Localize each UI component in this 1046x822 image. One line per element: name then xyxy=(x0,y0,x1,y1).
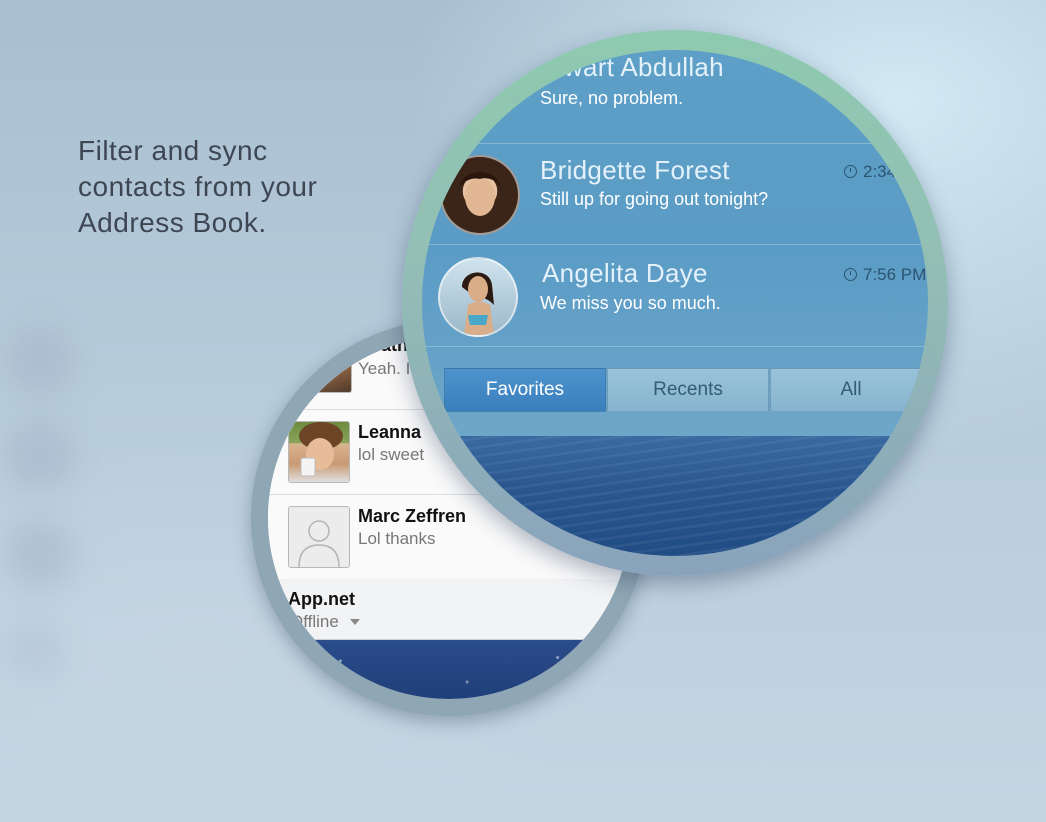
chat-avatar xyxy=(438,257,518,337)
default-avatar-icon xyxy=(298,520,340,567)
feature-headline: Filter and sync contacts from your Addre… xyxy=(78,133,317,241)
chat-last-message: Still up for going out tonight? xyxy=(540,189,769,209)
clock-icon xyxy=(844,268,857,281)
chevron-down-icon xyxy=(349,619,360,625)
chat-contact-name: Bridgette Forest xyxy=(540,155,730,185)
clock-icon xyxy=(844,165,857,178)
filter-tabs: Favorites Recents All xyxy=(444,368,928,412)
headline-line: contacts from your xyxy=(78,171,318,202)
chat-row[interactable]: Stewart Abdullah Sure, no problem. xyxy=(422,50,928,144)
person-photo-icon xyxy=(462,272,494,335)
headline-line: Filter and sync xyxy=(78,135,268,166)
contact-name: Heath xyxy=(358,337,409,355)
blurred-avatar xyxy=(5,520,75,590)
person-photo-icon xyxy=(460,172,500,216)
service-account-row[interactable]: App.net Offline xyxy=(268,579,630,640)
status-text: Offline xyxy=(290,612,339,631)
chat-last-message: Sure, no problem. xyxy=(540,88,684,108)
chat-contact-name: Angelita Daye xyxy=(542,258,708,288)
chat-last-message: We miss you so much. xyxy=(540,293,721,313)
contact-message: lol sweet xyxy=(358,445,425,464)
chat-timestamp: 7:56 PM xyxy=(844,265,926,285)
chat-timestamp: 2:34 xyxy=(844,162,896,182)
contact-avatar xyxy=(290,337,352,393)
person-photo-icon xyxy=(299,422,343,477)
service-name: App.net xyxy=(288,589,355,609)
tab-favorites[interactable]: Favorites xyxy=(444,368,606,412)
blurred-avatar xyxy=(5,620,65,680)
contact-avatar xyxy=(288,506,350,568)
blurred-avatar xyxy=(5,325,75,395)
headline-line: Address Book. xyxy=(78,207,267,238)
chat-contact-name: Stewart Abdullah xyxy=(524,52,724,82)
time-text: 2:34 xyxy=(863,162,897,181)
blurred-avatar xyxy=(5,420,75,490)
wallpaper-sea xyxy=(422,436,928,556)
contact-message: Yeah. I xyxy=(358,359,411,378)
tab-recents[interactable]: Recents xyxy=(607,368,769,412)
chat-avatar xyxy=(440,155,520,235)
contact-avatar xyxy=(288,421,350,483)
chat-row[interactable]: Angelita Daye We miss you so much. 7:56 … xyxy=(422,245,928,347)
contact-name: Leanna xyxy=(358,422,422,442)
status-selector[interactable]: Offline xyxy=(290,612,360,632)
chat-list-magnifier: Stewart Abdullah Sure, no problem. Bridg… xyxy=(422,50,928,556)
chat-row[interactable]: Bridgette Forest Still up for going out … xyxy=(422,143,928,245)
time-text: 7:56 PM xyxy=(863,265,927,284)
tab-all[interactable]: All xyxy=(770,368,928,412)
wallpaper-strip xyxy=(268,640,630,699)
